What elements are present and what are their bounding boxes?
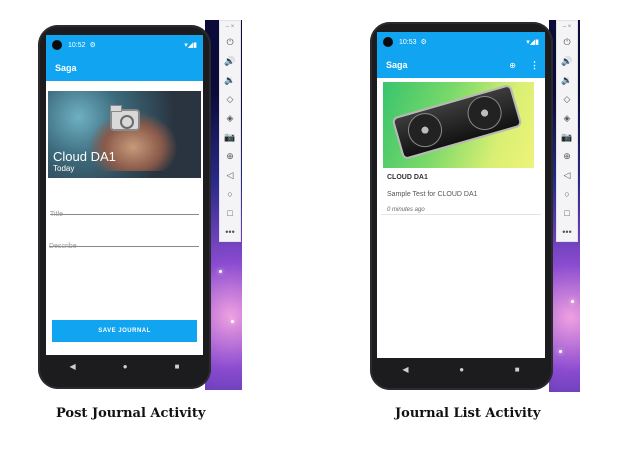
back-icon[interactable]: ◁ bbox=[557, 166, 577, 185]
journal-card[interactable]: CLOUD DA1 Sample Test for CLOUD DA1 0 mi… bbox=[381, 82, 541, 215]
zoom-icon[interactable]: ⊕ bbox=[220, 147, 240, 166]
signal-battery-icon: ▾◢▮ bbox=[184, 42, 197, 49]
app-title: Saga bbox=[386, 60, 408, 70]
power-icon[interactable]: ⏻ bbox=[220, 33, 240, 52]
back-icon[interactable]: ◀ bbox=[70, 362, 76, 371]
overview-icon[interactable]: ■ bbox=[515, 365, 520, 374]
rotate-right-icon[interactable]: ◈ bbox=[557, 109, 577, 128]
app-bar: Saga ⊕ ⋮ bbox=[377, 52, 545, 78]
save-journal-button[interactable]: SAVE JOURNAL bbox=[52, 320, 197, 342]
status-bar: 10:52 ⚙ ▾◢▮ bbox=[46, 35, 203, 55]
toolbar-window-controls[interactable]: – × bbox=[557, 21, 577, 33]
screenshot-icon[interactable]: 📷 bbox=[557, 128, 577, 147]
nav-bar: ◀ ● ■ bbox=[46, 355, 203, 377]
back-icon[interactable]: ◀ bbox=[402, 365, 408, 374]
gpu-image bbox=[391, 83, 523, 161]
rotate-left-icon[interactable]: ◇ bbox=[220, 90, 240, 109]
title-placeholder: Title bbox=[50, 211, 63, 218]
hero-title: Cloud DA1 bbox=[53, 149, 116, 164]
hero-subtitle: Today bbox=[53, 164, 75, 173]
rotate-left-icon[interactable]: ◇ bbox=[557, 90, 577, 109]
status-time: 10:52 bbox=[68, 41, 86, 49]
home-icon[interactable]: ○ bbox=[220, 185, 240, 204]
zoom-icon[interactable]: ⊕ bbox=[557, 147, 577, 166]
card-time: 0 minutes ago bbox=[387, 207, 425, 213]
status-bar: 10:53 ⚙ ▾◢▮ bbox=[377, 32, 545, 52]
app-title: Saga bbox=[55, 63, 77, 73]
overview-icon[interactable]: □ bbox=[557, 204, 577, 223]
home-icon[interactable]: ● bbox=[459, 365, 464, 374]
volume-up-icon[interactable]: 🔊 bbox=[557, 52, 577, 71]
screenshot-icon[interactable]: 📷 bbox=[220, 128, 240, 147]
overview-icon[interactable]: □ bbox=[220, 204, 240, 223]
camera-cutout bbox=[383, 37, 393, 47]
add-icon[interactable]: ⊕ bbox=[509, 61, 516, 70]
settings-status-icon: ⚙ bbox=[420, 39, 427, 46]
settings-status-icon: ⚙ bbox=[89, 42, 96, 49]
volume-down-icon[interactable]: 🔉 bbox=[557, 71, 577, 90]
save-journal-label: SAVE JOURNAL bbox=[98, 328, 151, 334]
camera-cutout bbox=[52, 40, 62, 50]
card-body: Sample Test for CLOUD DA1 bbox=[387, 191, 478, 198]
describe-field[interactable]: Describe bbox=[49, 235, 199, 250]
describe-placeholder: Describe bbox=[49, 243, 77, 250]
toolbar-window-controls[interactable]: – × bbox=[220, 21, 240, 33]
hero-image[interactable]: Cloud DA1 Today bbox=[48, 91, 201, 178]
title-field[interactable]: Title bbox=[50, 203, 199, 218]
right-phone: 10:53 ⚙ ▾◢▮ Saga ⊕ ⋮ CLOUD DA1 Sample Te… bbox=[370, 22, 553, 390]
left-phone: 10:52 ⚙ ▾◢▮ Saga Cloud DA1 Today Title D… bbox=[38, 25, 211, 389]
overview-icon[interactable]: ■ bbox=[175, 362, 180, 371]
camera-icon[interactable] bbox=[110, 105, 140, 131]
nav-bar: ◀ ● ■ bbox=[377, 358, 545, 380]
home-icon[interactable]: ● bbox=[123, 362, 128, 371]
more-icon[interactable]: ••• bbox=[220, 223, 240, 242]
card-title: CLOUD DA1 bbox=[387, 174, 428, 181]
emulator-toolbar-left: – × ⏻ 🔊 🔉 ◇ ◈ 📷 ⊕ ◁ ○ □ ••• bbox=[219, 20, 241, 242]
right-screen: 10:53 ⚙ ▾◢▮ Saga ⊕ ⋮ CLOUD DA1 Sample Te… bbox=[377, 32, 545, 362]
volume-down-icon[interactable]: 🔉 bbox=[220, 71, 240, 90]
signal-battery-icon: ▾◢▮ bbox=[526, 39, 539, 46]
more-icon[interactable]: ••• bbox=[557, 223, 577, 242]
back-icon[interactable]: ◁ bbox=[220, 166, 240, 185]
app-bar: Saga bbox=[46, 55, 203, 81]
volume-up-icon[interactable]: 🔊 bbox=[220, 52, 240, 71]
left-caption: Post Journal Activity bbox=[56, 406, 206, 421]
emulator-toolbar-right: – × ⏻ 🔊 🔉 ◇ ◈ 📷 ⊕ ◁ ○ □ ••• bbox=[556, 20, 578, 242]
overflow-menu-icon[interactable]: ⋮ bbox=[530, 60, 539, 71]
rotate-right-icon[interactable]: ◈ bbox=[220, 109, 240, 128]
left-screen: 10:52 ⚙ ▾◢▮ Saga Cloud DA1 Today Title D… bbox=[46, 35, 203, 365]
power-icon[interactable]: ⏻ bbox=[557, 33, 577, 52]
right-caption: Journal List Activity bbox=[395, 406, 541, 421]
home-icon[interactable]: ○ bbox=[557, 185, 577, 204]
card-image bbox=[383, 82, 534, 168]
status-time: 10:53 bbox=[399, 38, 417, 46]
